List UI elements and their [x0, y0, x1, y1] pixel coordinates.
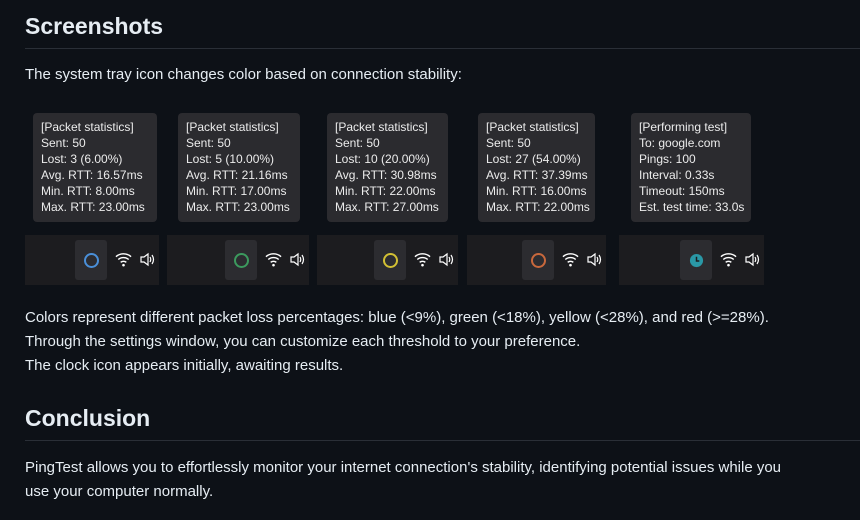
tooltip-line: Avg. RTT: 21.16ms — [186, 168, 288, 182]
description-line: Through the settings window, you can cus… — [25, 333, 581, 350]
tooltip: [Packet statistics] Sent: 50 Lost: 10 (20.… — [327, 113, 448, 222]
tooltip-line: Est. test time: 33.0s — [639, 200, 745, 214]
tooltip-line: Max. RTT: 27.00ms — [335, 200, 439, 214]
screenshots-heading: Screenshots — [25, 13, 860, 49]
intro-text: The system tray icon changes color based… — [25, 66, 462, 83]
volume-icon[interactable] — [586, 251, 604, 268]
conclusion-line: PingTest allows you to effortlessly moni… — [25, 459, 782, 476]
system-tray — [167, 235, 309, 285]
tooltip-line: Sent: 50 — [186, 136, 231, 150]
circle-icon — [233, 252, 249, 268]
tooltip-line: Max. RTT: 23.00ms — [186, 200, 290, 214]
volume-icon[interactable] — [438, 251, 456, 268]
ping-tray-button[interactable] — [75, 240, 107, 280]
tooltip: [Packet statistics] Sent: 50 Lost: 3 (6.00… — [33, 113, 157, 222]
wifi-icon[interactable] — [265, 251, 282, 268]
tooltip-line: To: google.com — [639, 136, 721, 150]
tooltip-line: Max. RTT: 23.00ms — [41, 200, 145, 214]
tooltip-line: Lost: 27 (54.00%) — [486, 152, 581, 166]
wifi-icon[interactable] — [414, 251, 431, 268]
tooltip: [Packet statistics] Sent: 50 Lost: 5 (10.0… — [178, 113, 300, 222]
tooltip-line: Lost: 10 (20.00%) — [335, 152, 430, 166]
wifi-icon[interactable] — [720, 251, 737, 268]
wifi-icon[interactable] — [115, 251, 132, 268]
tooltip-line: [Packet statistics] — [186, 120, 279, 134]
circle-icon — [382, 252, 398, 268]
tooltip-line: [Packet statistics] — [41, 120, 134, 134]
tooltip-line: Min. RTT: 22.00ms — [335, 184, 436, 198]
system-tray — [467, 235, 606, 285]
tooltip-line: Min. RTT: 17.00ms — [186, 184, 287, 198]
tooltip-line: Pings: 100 — [639, 152, 696, 166]
volume-icon[interactable] — [289, 251, 307, 268]
ping-tray-button[interactable] — [680, 240, 712, 280]
clock-icon — [689, 253, 703, 267]
conclusion-heading: Conclusion — [25, 405, 860, 441]
tooltip-line: Interval: 0.33s — [639, 168, 715, 182]
system-tray — [619, 235, 764, 285]
tooltip-line: Sent: 50 — [41, 136, 86, 150]
tooltip-line: Min. RTT: 16.00ms — [486, 184, 587, 198]
conclusion-line: use your computer normally. — [25, 483, 214, 500]
tooltip-line: Avg. RTT: 16.57ms — [41, 168, 143, 182]
tooltip-line: Avg. RTT: 30.98ms — [335, 168, 437, 182]
circle-icon — [83, 252, 99, 268]
conclusion-text: PingTest allows you to effortlessly moni… — [25, 456, 781, 504]
description-text: Colors represent different packet loss p… — [25, 306, 769, 378]
tooltip-line: Lost: 3 (6.00%) — [41, 152, 123, 166]
tooltip-line: Avg. RTT: 37.39ms — [486, 168, 588, 182]
description-line: Colors represent different packet loss p… — [25, 309, 769, 326]
system-tray — [25, 235, 159, 285]
wifi-icon[interactable] — [562, 251, 579, 268]
tooltip-line: [Packet statistics] — [335, 120, 428, 134]
tooltip-line: [Packet statistics] — [486, 120, 579, 134]
tooltip-line: Lost: 5 (10.00%) — [186, 152, 275, 166]
volume-icon[interactable] — [139, 251, 157, 268]
ping-tray-button[interactable] — [374, 240, 406, 280]
description-line: The clock icon appears initially, awaiti… — [25, 357, 344, 374]
volume-icon[interactable] — [744, 251, 762, 268]
tooltip-line: Min. RTT: 8.00ms — [41, 184, 135, 198]
tooltip-line: Timeout: 150ms — [639, 184, 725, 198]
ping-tray-button[interactable] — [522, 240, 554, 280]
tooltip: [Performing test] To: google.com Pings: 10… — [631, 113, 751, 222]
tooltip-line: Sent: 50 — [335, 136, 380, 150]
system-tray — [317, 235, 458, 285]
tooltip-line: [Performing test] — [639, 120, 728, 134]
tooltip-line: Sent: 50 — [486, 136, 531, 150]
tooltip-line: Max. RTT: 22.00ms — [486, 200, 590, 214]
ping-tray-button[interactable] — [225, 240, 257, 280]
circle-icon — [530, 252, 546, 268]
tooltip: [Packet statistics] Sent: 50 Lost: 27 (54.… — [478, 113, 595, 222]
